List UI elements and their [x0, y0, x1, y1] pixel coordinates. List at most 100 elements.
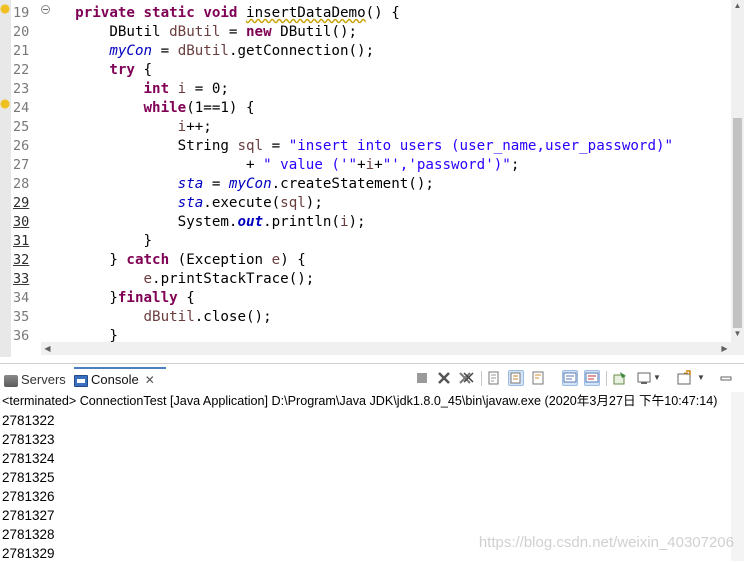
- line-number: 34: [13, 290, 30, 306]
- code-token: =: [220, 24, 246, 40]
- pin-console-icon[interactable]: [612, 370, 628, 386]
- display-selected-console-icon[interactable]: [636, 370, 652, 386]
- console-output[interactable]: 2781322 2781323 2781324 2781325 2781326 27813…: [2, 411, 55, 563]
- warning-marker-icon[interactable]: [0, 99, 10, 109]
- word-wrap-icon[interactable]: [530, 370, 546, 386]
- code-token: "','password')": [382, 157, 511, 173]
- code-token: {: [177, 290, 195, 306]
- remove-launch-icon[interactable]: [436, 370, 452, 386]
- code-line[interactable]: System.out.println(i);: [41, 213, 366, 232]
- code-token: finally: [117, 290, 178, 306]
- clear-console-icon[interactable]: [486, 370, 502, 386]
- code-token: System.: [41, 214, 238, 230]
- line-number: 27: [13, 157, 30, 173]
- scroll-left-arrow-icon[interactable]: ◀: [41, 342, 54, 355]
- tab-console[interactable]: Console ✕: [74, 367, 166, 391]
- console-output-line: 2781322: [2, 413, 55, 428]
- chevron-down-icon[interactable]: ▼: [652, 370, 662, 386]
- line-number: 19: [13, 5, 30, 21]
- line-number-gutter: 19 20 21 22 23 24 25 26 27 28 29 30 31 32 33 34 35 36: [11, 0, 50, 357]
- scroll-lock-icon[interactable]: [508, 370, 524, 386]
- code-line[interactable]: } catch (Exception e) {: [41, 251, 306, 270]
- console-icon: [74, 374, 88, 387]
- code-token: ) {: [280, 252, 306, 268]
- code-line[interactable]: myCon = dButil.getConnection();: [41, 42, 374, 61]
- code-token: String: [41, 138, 238, 154]
- line-number: 30: [13, 214, 30, 230]
- code-line[interactable]: }finally {: [41, 289, 195, 308]
- terminate-icon[interactable]: [414, 370, 430, 386]
- editor-vertical-scrollbar[interactable]: ▲ ▼: [731, 0, 744, 342]
- code-line[interactable]: i++;: [41, 118, 212, 137]
- scroll-right-arrow-icon[interactable]: ▶: [718, 342, 731, 355]
- code-token: DButil();: [271, 24, 358, 40]
- scrollbar-thumb[interactable]: [733, 118, 742, 328]
- code-token: dButil: [177, 43, 229, 59]
- code-token: sql: [237, 138, 264, 154]
- toolbar-separator: [606, 371, 607, 386]
- code-token: }: [41, 328, 118, 342]
- tab-label: Servers: [21, 372, 66, 387]
- console-output-line: 2781324: [2, 451, 55, 466]
- code-line[interactable]: while(1==1) {: [41, 99, 255, 118]
- show-console-on-stdout-icon[interactable]: [562, 370, 578, 386]
- code-line[interactable]: sta.execute(sql);: [41, 194, 323, 213]
- close-icon[interactable]: ✕: [145, 373, 155, 387]
- code-line[interactable]: private static void insertDataDemo() {: [41, 4, 400, 23]
- code-token: i: [177, 81, 187, 97]
- code-line[interactable]: }: [41, 327, 118, 342]
- code-token: e: [271, 252, 281, 268]
- annotation-ruler: [0, 0, 11, 357]
- code-token: .getConnection();: [228, 43, 375, 59]
- scroll-up-arrow-icon[interactable]: ▲: [731, 0, 744, 12]
- code-token: DButil: [41, 24, 170, 40]
- line-number: 31: [13, 233, 30, 249]
- code-line[interactable]: }: [41, 232, 152, 251]
- code-line[interactable]: String sql = "insert into users (user_na…: [41, 137, 673, 156]
- editor-horizontal-scrollbar[interactable]: ◀ ▶: [41, 342, 731, 355]
- tab-servers[interactable]: Servers: [4, 369, 70, 391]
- code-line[interactable]: try {: [41, 61, 152, 80]
- code-line[interactable]: dButil.close();: [41, 308, 272, 327]
- scroll-down-arrow-icon[interactable]: ▼: [731, 328, 744, 340]
- code-line[interactable]: DButil dButil = new DButil();: [41, 23, 357, 42]
- code-token: int: [143, 81, 170, 97]
- warning-marker-icon[interactable]: [0, 4, 10, 14]
- line-number: 26: [13, 138, 30, 154]
- code-token: sta: [177, 176, 204, 192]
- code-token: ++;: [186, 119, 212, 135]
- line-number: 32: [13, 252, 30, 268]
- code-line[interactable]: + " value ('"+i+"','password')";: [41, 156, 519, 175]
- toolbar-separator: [481, 371, 482, 386]
- chevron-down-icon[interactable]: ▼: [696, 370, 706, 386]
- code-token: =: [152, 43, 178, 59]
- code-line[interactable]: e.printStackTrace();: [41, 270, 315, 289]
- code-token: =: [263, 138, 289, 154]
- open-console-icon[interactable]: [676, 370, 692, 386]
- console-output-line: 2781328: [2, 527, 55, 542]
- code-token: while: [143, 100, 187, 116]
- code-area[interactable]: private static void insertDataDemo() { D…: [41, 0, 731, 342]
- minimize-icon[interactable]: [718, 370, 734, 386]
- line-number: 36: [13, 328, 30, 344]
- code-token: );: [305, 195, 323, 211]
- code-token: .createStatement();: [271, 176, 434, 192]
- code-token: i: [177, 119, 187, 135]
- console-process-status: <terminated> ConnectionTest [Java Applic…: [2, 394, 718, 408]
- code-token: +: [374, 157, 383, 173]
- code-token: =: [203, 176, 229, 192]
- code-line[interactable]: int i = 0;: [41, 80, 229, 99]
- code-token: }: [41, 252, 127, 268]
- line-number: 33: [13, 271, 30, 287]
- code-token: = 0;: [186, 81, 229, 97]
- remove-all-terminated-icon[interactable]: [458, 370, 474, 386]
- code-token: sql: [280, 195, 306, 211]
- code-line[interactable]: sta = myCon.createStatement();: [41, 175, 434, 194]
- show-console-on-stderr-icon[interactable]: [584, 370, 600, 386]
- code-editor[interactable]: 19 20 21 22 23 24 25 26 27 28 29 30 31 32 33 34 35 36 pri…: [0, 0, 744, 357]
